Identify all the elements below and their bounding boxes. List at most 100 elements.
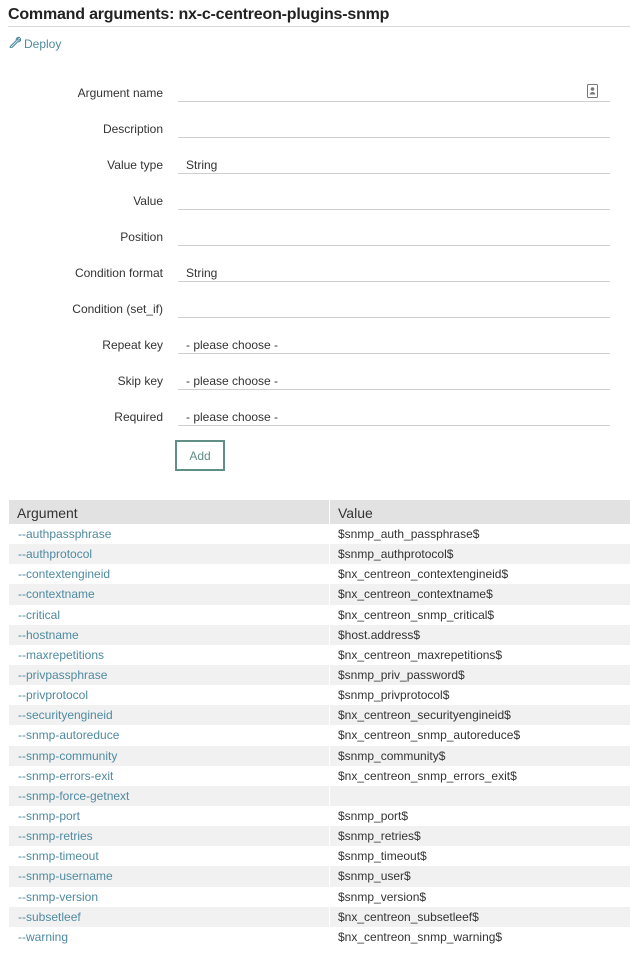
argument-link[interactable]: --securityengineid bbox=[9, 705, 330, 726]
table-row: --snmp-errors-exit $nx_centreon_snmp_erro… bbox=[9, 765, 630, 786]
argument-value: $snmp_version$ bbox=[338, 889, 427, 904]
description-label: Description bbox=[102, 122, 163, 136]
required-select[interactable]: - please choose - bbox=[178, 400, 610, 426]
repeat-key-select[interactable]: - please choose - bbox=[178, 328, 610, 354]
table-row: --snmp-version $snmp_version$ bbox=[9, 886, 630, 907]
condition-format-value: String bbox=[186, 266, 218, 280]
form-row-repeat-key: Repeat key - please choose - bbox=[0, 328, 630, 364]
page-title: Command arguments: nx-c-centreon-plugins… bbox=[8, 6, 390, 23]
form-row-condition-set-if: Condition (set_if) bbox=[0, 292, 630, 328]
argument-link[interactable]: --snmp-username bbox=[9, 866, 330, 887]
condition-format-select[interactable]: String bbox=[178, 256, 610, 282]
description-input[interactable] bbox=[178, 112, 610, 138]
argument-value: $snmp_retries$ bbox=[338, 829, 421, 844]
argument-value: $nx_centreon_snmp_errors_exit$ bbox=[338, 768, 517, 783]
skip-key-label: Skip key bbox=[117, 374, 163, 388]
argument-link[interactable]: --privpassphrase bbox=[9, 664, 330, 686]
table-row: --snmp-community $snmp_community$ bbox=[9, 745, 630, 766]
argument-link[interactable]: --snmp-retries bbox=[9, 826, 330, 847]
required-label: Required bbox=[114, 410, 163, 424]
condition-set-if-label: Condition (set_if) bbox=[72, 302, 163, 316]
form-row-skip-key: Skip key - please choose - bbox=[0, 364, 630, 400]
table-row: --warning $nx_centreon_snmp_warning$ bbox=[9, 926, 630, 947]
argument-link[interactable]: --critical bbox=[9, 604, 330, 625]
skip-key-value: - please choose - bbox=[186, 374, 279, 388]
argument-link[interactable]: --subsetleef bbox=[9, 906, 330, 927]
condition-set-if-input[interactable] bbox=[178, 292, 610, 318]
table-row: --snmp-port $snmp_port$ bbox=[9, 805, 630, 827]
argument-value: $nx_centreon_subsetleef$ bbox=[338, 909, 479, 924]
title-divider bbox=[8, 26, 630, 27]
form-row-value: Value bbox=[0, 184, 630, 220]
argument-link[interactable]: --authpassphrase bbox=[9, 524, 330, 545]
table-row: --subsetleef $nx_centreon_subsetleef$ bbox=[9, 906, 630, 927]
argument-link[interactable]: --authprotocol bbox=[9, 544, 330, 565]
form-row-value-type: Value type String bbox=[0, 148, 630, 184]
argument-value: $nx_centreon_snmp_critical$ bbox=[338, 607, 495, 622]
contact-card-icon[interactable] bbox=[587, 84, 598, 101]
repeat-key-label: Repeat key bbox=[102, 338, 163, 352]
required-value: - please choose - bbox=[186, 410, 279, 424]
form-row-required: Required - please choose - bbox=[0, 400, 630, 436]
argument-link[interactable]: --hostname bbox=[9, 624, 330, 645]
argument-link[interactable]: --snmp-version bbox=[9, 886, 330, 907]
deploy-link[interactable]: Deploy bbox=[9, 36, 61, 51]
table-header: Argument Value bbox=[9, 500, 630, 524]
condition-format-label: Condition format bbox=[74, 266, 163, 280]
argument-link[interactable]: --snmp-force-getnext bbox=[9, 785, 330, 806]
form-row-condition-format: Condition format String bbox=[0, 256, 630, 292]
value-column-header[interactable]: Value bbox=[330, 500, 630, 524]
argument-value: $nx_centreon_snmp_autoreduce$ bbox=[338, 728, 521, 743]
table-row: --securityengineid $nx_centreon_securitye… bbox=[9, 705, 630, 726]
table-row: --critical $nx_centreon_snmp_critical$ bbox=[9, 604, 630, 625]
table-row: --maxrepetitions $nx_centreon_maxrepetiti… bbox=[9, 644, 630, 665]
table-row: --privpassphrase $snmp_priv_password$ bbox=[9, 664, 630, 686]
argument-value: $host.address$ bbox=[338, 627, 421, 642]
form-row-position: Position bbox=[0, 220, 630, 256]
position-label: Position bbox=[120, 230, 163, 244]
table-row: --hostname $host.address$ bbox=[9, 624, 630, 645]
argument-value: $nx_centreon_securityengineid$ bbox=[338, 708, 511, 723]
argument-link[interactable]: --snmp-community bbox=[9, 745, 330, 766]
argument-value: $snmp_auth_passphrase$ bbox=[338, 527, 480, 541]
argument-value: $nx_centreon_contextengineid$ bbox=[338, 567, 509, 582]
value-type-label: Value type bbox=[107, 158, 163, 172]
argument-value: $nx_centreon_contextname$ bbox=[338, 587, 493, 602]
table-row: --snmp-username $snmp_user$ bbox=[9, 866, 630, 887]
repeat-key-value: - please choose - bbox=[186, 338, 279, 352]
table-row: --contextname $nx_centreon_contextname$ bbox=[9, 584, 630, 605]
argument-name-input[interactable] bbox=[178, 76, 610, 102]
table-row: --snmp-autoreduce $nx_centreon_snmp_autor… bbox=[9, 725, 630, 746]
add-button[interactable]: Add bbox=[175, 440, 225, 471]
table-row: --authprotocol $snmp_authprotocol$ bbox=[9, 544, 630, 565]
argument-link[interactable]: --snmp-timeout bbox=[9, 846, 330, 867]
table-row: --authpassphrase $snmp_auth_passphrase$ bbox=[9, 524, 630, 545]
position-input[interactable] bbox=[178, 220, 610, 246]
form-row-argument-name: Argument name bbox=[0, 76, 630, 112]
argument-value bbox=[330, 786, 630, 806]
arguments-table: Argument Value --authpassphrase $snmp_aut… bbox=[9, 500, 630, 947]
argument-value: $snmp_privprotocol$ bbox=[338, 688, 450, 703]
argument-link[interactable]: --privprotocol bbox=[9, 685, 330, 706]
table-row: --privprotocol $snmp_privprotocol$ bbox=[9, 685, 630, 706]
argument-link[interactable]: --snmp-port bbox=[9, 805, 330, 827]
argument-value: $nx_centreon_snmp_warning$ bbox=[338, 929, 503, 944]
wrench-icon bbox=[9, 36, 24, 51]
argument-value: $snmp_community$ bbox=[338, 748, 446, 763]
argument-column-header[interactable]: Argument bbox=[9, 500, 330, 524]
argument-link[interactable]: --snmp-errors-exit bbox=[9, 765, 330, 786]
argument-value: $snmp_authprotocol$ bbox=[338, 547, 454, 562]
argument-link[interactable]: --contextname bbox=[9, 584, 330, 605]
value-type-select[interactable]: String bbox=[178, 148, 610, 174]
skip-key-select[interactable]: - please choose - bbox=[178, 364, 610, 390]
argument-link[interactable]: --contextengineid bbox=[9, 564, 330, 585]
argument-link[interactable]: --snmp-autoreduce bbox=[9, 725, 330, 746]
table-row: --snmp-timeout $snmp_timeout$ bbox=[9, 846, 630, 867]
argument-link[interactable]: --maxrepetitions bbox=[9, 644, 330, 665]
argument-link[interactable]: --warning bbox=[9, 926, 330, 947]
argument-name-label: Argument name bbox=[77, 86, 163, 100]
argument-value: $snmp_port$ bbox=[338, 808, 409, 823]
deploy-label: Deploy bbox=[24, 36, 62, 51]
value-input[interactable] bbox=[178, 184, 610, 210]
table-row: --contextengineid $nx_centreon_contexteng… bbox=[9, 564, 630, 585]
